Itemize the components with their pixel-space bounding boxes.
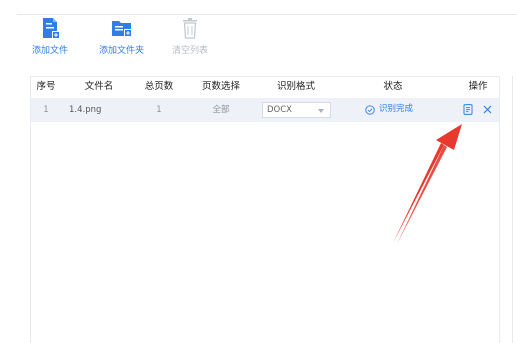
toolbar: 添加文件 添加文件夹 清空列表 bbox=[0, 16, 300, 60]
file-list-panel: 序号 文件名 总页数 页数选择 识别格式 状态 操作 1 1.4.png 1 全… bbox=[30, 76, 500, 343]
add-file-button[interactable]: 添加文件 bbox=[32, 16, 68, 57]
trash-icon bbox=[183, 18, 197, 39]
format-select-value: DOCX bbox=[267, 105, 292, 115]
status-badge: 识别完成 bbox=[365, 104, 413, 115]
add-file-icon bbox=[43, 18, 60, 39]
table-row[interactable]: 1 1.4.png 1 全部 DOCX 识别完成 bbox=[31, 98, 499, 122]
right-divider bbox=[512, 76, 513, 343]
add-folder-label: 添加文件夹 bbox=[99, 46, 145, 56]
top-divider bbox=[17, 14, 517, 15]
column-total-pages: 总页数 bbox=[144, 81, 174, 92]
column-filename: 文件名 bbox=[84, 81, 114, 92]
column-index: 序号 bbox=[36, 81, 56, 92]
add-folder-button[interactable]: 添加文件夹 bbox=[99, 16, 144, 57]
column-actions: 操作 bbox=[468, 81, 488, 92]
row-index: 1 bbox=[43, 105, 49, 115]
row-total-pages: 1 bbox=[156, 105, 162, 115]
clear-list-label: 清空列表 bbox=[172, 46, 209, 56]
table-header: 序号 文件名 总页数 页数选择 识别格式 状态 操作 bbox=[31, 77, 499, 97]
column-page-selection: 页数选择 bbox=[201, 81, 241, 92]
check-circle-icon bbox=[365, 104, 375, 115]
clear-list-button[interactable]: 清空列表 bbox=[172, 16, 208, 57]
row-filename: 1.4.png bbox=[69, 105, 102, 115]
add-file-label: 添加文件 bbox=[32, 46, 69, 56]
column-format: 识别格式 bbox=[276, 81, 316, 92]
close-icon[interactable] bbox=[483, 105, 492, 114]
column-status: 状态 bbox=[383, 81, 403, 92]
status-text: 识别完成 bbox=[379, 104, 414, 114]
format-select[interactable]: DOCX bbox=[262, 102, 331, 118]
document-icon[interactable] bbox=[463, 104, 473, 115]
row-page-selection[interactable]: 全部 bbox=[212, 105, 229, 116]
chevron-down-icon bbox=[318, 109, 324, 113]
add-folder-icon bbox=[111, 21, 132, 37]
